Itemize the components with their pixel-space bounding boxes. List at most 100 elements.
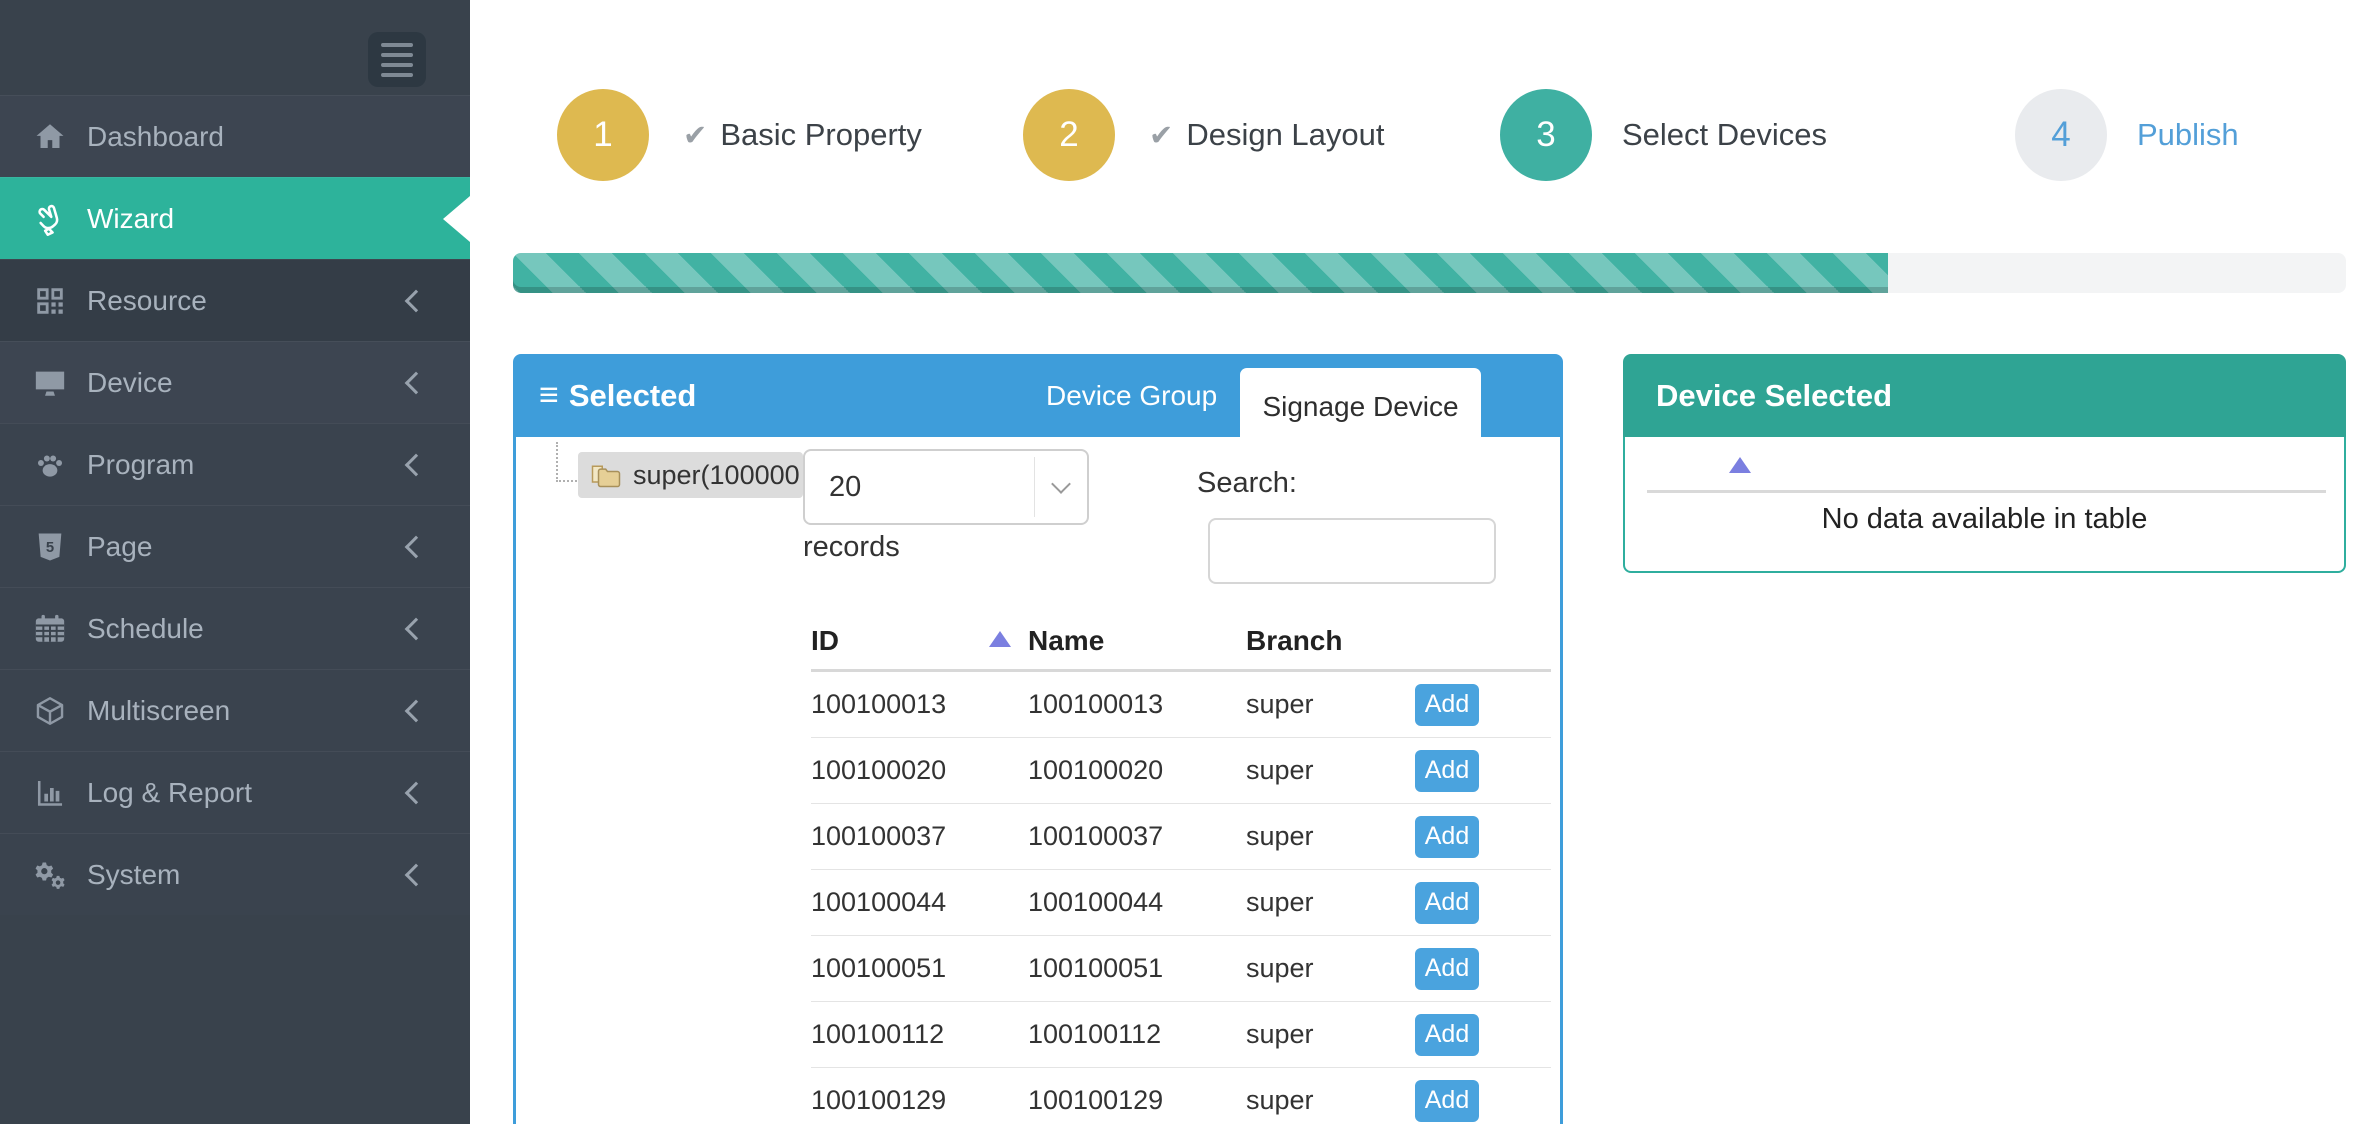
cell-name: 100100112 [1028,1002,1246,1068]
sidebar-item-multiscreen[interactable]: Multiscreen [0,669,470,751]
sidebar-item-page[interactable]: 5 Page [0,505,470,587]
selected-panel-body: super(100000 20 records Search: ID Name … [513,437,1563,1124]
sidebar-item-system[interactable]: System [0,833,470,915]
cell-name: 100100013 [1028,671,1246,738]
tab-device-group[interactable]: Device Group [1046,354,1217,437]
records-length-value: 20 [829,451,861,523]
hand-pointer-icon [33,202,67,236]
column-header-id[interactable]: ID [811,613,1028,671]
sidebar-item-label: Wizard [87,203,174,235]
sidebar-item-label: Dashboard [87,121,224,153]
wizard-progress-fill [513,253,1888,293]
devices-table: ID Name Branch 100100013 100100013 super… [811,613,1551,1124]
chevron-left-icon [405,371,428,394]
device-selected-panel: Device Selected No data available in tab… [1623,354,2346,573]
cell-name: 100100129 [1028,1068,1246,1124]
calendar-icon [33,612,67,646]
selected-panel-header: ≡Selected Device Group Signage Device [513,354,1563,437]
step-label: Design Layout [1186,117,1384,153]
wizard-step-3[interactable]: 3 Select Devices [1500,89,1827,181]
sidebar-item-program[interactable]: Program [0,423,470,505]
sort-ascending-icon [1729,457,1751,473]
table-row: 100100051 100100051 super Add [811,936,1551,1002]
cell-branch: super [1246,1068,1415,1124]
cell-id: 100100051 [811,936,1028,1002]
add-device-button[interactable]: Add [1415,684,1479,726]
step-number-badge: 3 [1500,89,1592,181]
selected-panel: ≡Selected Device Group Signage Device su… [513,354,1563,1124]
table-row: 100100112 100100112 super Add [811,1002,1551,1068]
cell-name: 100100044 [1028,870,1246,936]
table-row: 100100037 100100037 super Add [811,804,1551,870]
cell-branch: super [1246,738,1415,804]
add-device-button[interactable]: Add [1415,1014,1479,1056]
tree-node-label: super(100000 [633,460,800,491]
step-number-badge: 1 [557,89,649,181]
hamburger-icon [368,32,426,87]
html5-icon: 5 [33,530,67,564]
wizard-step-1[interactable]: 1 ✔ Basic Property [557,89,922,181]
add-device-button[interactable]: Add [1415,882,1479,924]
table-row: 100100044 100100044 super Add [811,870,1551,936]
device-selected-title: Device Selected [1623,354,2346,437]
cell-branch: super [1246,870,1415,936]
cell-branch: super [1246,936,1415,1002]
step-label: Select Devices [1622,117,1827,153]
wizard-step-4[interactable]: 4 Publish [2015,89,2239,181]
table-header-divider [1647,490,2326,493]
cell-name: 100100020 [1028,738,1246,804]
sidebar-item-log-report[interactable]: Log & Report [0,751,470,833]
sidebar-item-dashboard[interactable]: Dashboard [0,95,470,177]
sidebar-item-label: Multiscreen [87,695,230,727]
add-device-button[interactable]: Add [1415,1080,1479,1122]
step-label: Basic Property [720,117,922,153]
column-header-action [1415,613,1551,671]
menu-icon: ≡ [539,376,559,414]
sidebar-item-wizard[interactable]: Wizard [0,177,470,259]
chevron-left-icon [405,699,428,722]
sidebar-item-label: System [87,859,180,891]
sidebar-item-resource[interactable]: Resource [0,259,470,341]
chevron-down-icon [1051,474,1071,494]
tree-connector [556,442,580,482]
column-header-branch[interactable]: Branch [1246,613,1415,671]
cell-id: 100100044 [811,870,1028,936]
sidebar-item-label: Schedule [87,613,204,645]
sidebar-item-label: Device [87,367,173,399]
chevron-left-icon [405,617,428,640]
sidebar-item-label: Log & Report [87,777,252,809]
column-header-name[interactable]: Name [1028,613,1246,671]
qr-code-icon [33,284,67,318]
svg-text:5: 5 [46,539,54,555]
cell-name: 100100051 [1028,936,1246,1002]
wizard-step-2[interactable]: 2 ✔ Design Layout [1023,89,1385,181]
sidebar-item-label: Program [87,449,194,481]
cube-icon [33,694,67,728]
chevron-left-icon [405,781,428,804]
add-device-button[interactable]: Add [1415,948,1479,990]
cell-branch: super [1246,804,1415,870]
step-number-badge: 2 [1023,89,1115,181]
records-length-select[interactable]: 20 [803,449,1089,525]
sidebar-menu: Dashboard Wizard Resource [0,95,470,915]
check-icon: ✔ [1149,118,1173,153]
sidebar-item-label: Page [87,531,152,563]
sidebar-item-schedule[interactable]: Schedule [0,587,470,669]
add-device-button[interactable]: Add [1415,750,1479,792]
sidebar-item-device[interactable]: Device [0,341,470,423]
sidebar-toggle-button[interactable] [368,32,426,87]
chevron-left-icon [405,535,428,558]
home-icon [33,120,67,154]
monitor-icon [33,366,67,400]
tab-signage-device[interactable]: Signage Device [1240,368,1481,446]
tree-node-super[interactable]: super(100000 [578,452,803,498]
app-window: Dashboard Wizard Resource [0,0,2354,1124]
table-header-row: ID Name Branch [811,613,1551,671]
search-input[interactable] [1208,518,1496,584]
add-device-button[interactable]: Add [1415,816,1479,858]
chevron-left-icon [405,863,428,886]
search-label: Search: [1197,467,1297,500]
cell-id: 100100037 [811,804,1028,870]
folder-icon [588,460,624,490]
cell-id: 100100020 [811,738,1028,804]
